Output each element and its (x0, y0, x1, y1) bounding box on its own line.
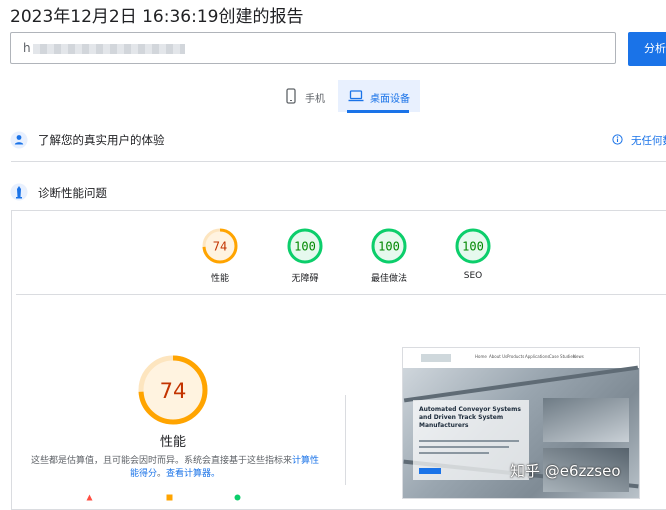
screenshot-nav-item: News (573, 354, 584, 359)
info-icon (612, 134, 623, 145)
hero-text-line (419, 446, 509, 448)
screenshot-nav-item: Case Studies (549, 354, 575, 359)
performance-note-sep: 。 (156, 469, 166, 479)
hero-title: Automated Conveyor Systems and Driven Tr… (419, 406, 521, 429)
lighthouse-icon (10, 183, 28, 201)
performance-score: 74 (160, 379, 187, 403)
screenshot-nav-item: Applications (525, 354, 550, 359)
phone-icon (286, 88, 296, 104)
url-redacted-blur (33, 44, 185, 54)
score-gauge[interactable]: 74 (200, 226, 240, 266)
users-icon (10, 131, 28, 149)
tab-mobile-label: 手机 (305, 94, 325, 105)
url-input-value: h (23, 41, 31, 55)
laptop-icon (348, 90, 364, 102)
score-gauge[interactable]: 100 (453, 226, 493, 266)
machine-photo (543, 398, 629, 442)
field-data-title: 了解您的真实用户的体验 (38, 133, 165, 147)
performance-note: 这些都是估算值，且可能会因时而异。系统会直接基于这些指标来计算性能得分。查看计算… (30, 455, 320, 481)
no-data-link[interactable]: 无任何数 (631, 133, 666, 148)
hero-text-line (419, 452, 489, 454)
screenshot-nav: Home About Us Products Applications Case… (403, 348, 639, 368)
screenshot-nav-item: Products (507, 354, 525, 359)
vertical-divider (345, 395, 346, 485)
screenshot-nav-item: Home (475, 354, 487, 359)
performance-note-text: 这些都是估算值，且可能会因时而异。系统会直接基于这些指标来 (30, 456, 292, 466)
score-label: 无障碍 (291, 274, 319, 284)
score-value: 100 (462, 240, 484, 254)
tab-mobile[interactable]: 手机 (278, 80, 336, 112)
screenshot-logo (421, 354, 451, 362)
report-title: 2023年12月2日 16:36:19创建的报告 (10, 7, 304, 27)
diagnose-title: 诊断性能问题 (38, 186, 107, 200)
score-value: 100 (378, 240, 400, 254)
legend-pass (234, 494, 241, 503)
legend-fail (86, 494, 93, 503)
score-label: 最佳做法 (370, 274, 408, 284)
conveyor-belt (403, 365, 639, 403)
score-value: 74 (213, 240, 227, 254)
score-label: SEO (463, 271, 483, 281)
section-divider (11, 161, 666, 162)
hero-text-line (419, 440, 519, 442)
tab-desktop-label: 桌面设备 (370, 94, 410, 105)
hero-button (419, 468, 441, 474)
score-gauge[interactable]: 100 (369, 226, 409, 266)
tab-desktop[interactable]: 桌面设备 (338, 80, 420, 112)
legend-average (166, 494, 173, 503)
score-gauge[interactable]: 100 (285, 226, 325, 266)
screenshot-nav-item: About Us (489, 354, 508, 359)
score-value: 100 (294, 240, 316, 254)
tab-selected-indicator (347, 110, 409, 113)
performance-title: 性能 (159, 435, 187, 450)
url-input[interactable]: h (10, 32, 616, 64)
score-label: 性能 (210, 274, 230, 284)
view-calculator-link[interactable]: 查看计算器。 (166, 469, 220, 479)
performance-gauge: 74 (138, 355, 208, 425)
watermark: 知乎 @e6zzseo (510, 462, 621, 480)
analyze-button[interactable]: 分析 (628, 32, 666, 66)
scores-divider (16, 294, 666, 295)
